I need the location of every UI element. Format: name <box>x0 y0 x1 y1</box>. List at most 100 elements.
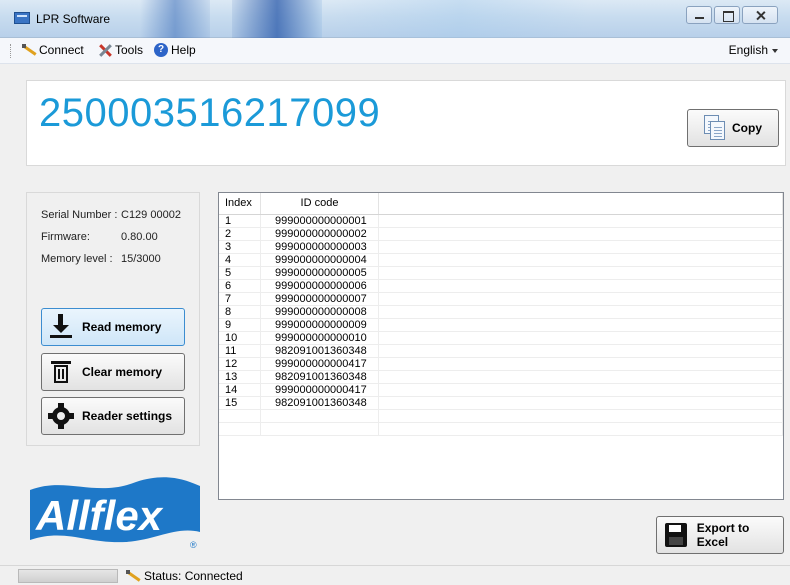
empty-cell <box>219 423 261 435</box>
cell-filler <box>379 358 783 370</box>
menu-help-label: Help <box>171 43 196 57</box>
minimize-button[interactable] <box>686 6 712 24</box>
title-bar-decoration <box>140 0 210 38</box>
cell-index: 15 <box>219 397 261 409</box>
table-row[interactable]: 6 999000000000006 <box>219 280 783 293</box>
memory-level-row: Memory level : 15/3000 <box>41 253 161 265</box>
serial-number-label: Serial Number : <box>41 209 118 221</box>
cell-filler <box>379 280 783 292</box>
gear-icon <box>48 403 74 429</box>
read-memory-button[interactable]: Read memory <box>41 308 185 346</box>
plug-icon <box>22 43 36 57</box>
cell-id-code: 999000000000417 <box>261 384 379 396</box>
table-body: 1 999000000000001 2 999000000000002 3 9990000… <box>219 215 783 436</box>
menu-tools-label: Tools <box>115 43 144 57</box>
cell-filler <box>379 241 783 253</box>
title-bar-decoration <box>232 0 322 38</box>
window-controls <box>684 6 778 24</box>
table-row[interactable]: 2 999000000000002 <box>219 228 783 241</box>
help-icon: ? <box>154 43 168 57</box>
cell-filler <box>379 215 783 227</box>
cell-filler <box>379 293 783 305</box>
cell-id-code: 999000000000010 <box>261 332 379 344</box>
table-row[interactable]: 9 999000000000009 <box>219 319 783 332</box>
table-row[interactable]: 12 999000000000417 <box>219 358 783 371</box>
cell-filler <box>379 345 783 357</box>
empty-cell <box>261 410 379 422</box>
cell-index: 11 <box>219 345 261 357</box>
cell-filler <box>379 371 783 383</box>
cell-index: 13 <box>219 371 261 383</box>
cell-filler <box>379 397 783 409</box>
cell-filler <box>379 254 783 266</box>
copy-button[interactable]: Copy <box>687 109 779 147</box>
table-row[interactable]: 7 999000000000007 <box>219 293 783 306</box>
close-button[interactable] <box>742 6 778 24</box>
progress-bar <box>18 569 118 583</box>
download-icon <box>48 314 74 340</box>
serial-number-row: Serial Number : C129 00002 <box>41 209 181 221</box>
table-row[interactable]: 11 982091001360348 <box>219 345 783 358</box>
serial-number-value: C129 00002 <box>121 209 181 221</box>
current-id-panel: 250003516217099 Copy <box>26 80 786 166</box>
id-table[interactable]: Index ID code 1 999000000000001 2 999000000… <box>218 192 784 500</box>
cell-index: 5 <box>219 267 261 279</box>
menu-tools[interactable]: Tools <box>98 43 143 57</box>
language-label: English <box>728 43 768 57</box>
cell-filler <box>379 267 783 279</box>
tools-icon <box>98 43 112 57</box>
firmware-row: Firmware: 0.80.00 <box>41 231 158 243</box>
table-row[interactable]: 14 999000000000417 <box>219 384 783 397</box>
cell-id-code: 999000000000001 <box>261 215 379 227</box>
menu-connect-label: Connect <box>39 43 84 57</box>
column-header-index[interactable]: Index <box>219 193 261 214</box>
cell-index: 1 <box>219 215 261 227</box>
empty-row <box>219 423 783 436</box>
status-bar: Status: Connected <box>0 565 790 585</box>
cell-filler <box>379 306 783 318</box>
clear-memory-button[interactable]: Clear memory <box>41 353 185 391</box>
clear-memory-label: Clear memory <box>82 365 163 379</box>
cell-id-code: 982091001360348 <box>261 371 379 383</box>
table-row[interactable]: 10 999000000000010 <box>219 332 783 345</box>
column-header-id-code[interactable]: ID code <box>261 193 379 214</box>
menu-help[interactable]: ? Help <box>154 43 196 57</box>
allflex-logo: Allflex ® <box>26 470 204 550</box>
logo-text: Allflex <box>35 492 164 539</box>
cell-filler <box>379 319 783 331</box>
status-text: Status: Connected <box>144 569 243 583</box>
table-row[interactable]: 13 982091001360348 <box>219 371 783 384</box>
cell-id-code: 999000000000005 <box>261 267 379 279</box>
cell-index: 4 <box>219 254 261 266</box>
table-row[interactable]: 5 999000000000005 <box>219 267 783 280</box>
plug-icon <box>126 569 140 583</box>
table-header: Index ID code <box>219 193 783 215</box>
window-title: LPR Software <box>36 12 111 26</box>
current-id-value: 250003516217099 <box>39 91 381 135</box>
reader-settings-button[interactable]: Reader settings <box>41 397 185 435</box>
table-row[interactable]: 1 999000000000001 <box>219 215 783 228</box>
chevron-down-icon <box>772 48 778 53</box>
table-row[interactable]: 15 982091001360348 <box>219 397 783 410</box>
copy-icon <box>704 115 726 141</box>
toolbar-grip <box>10 44 13 58</box>
table-row[interactable]: 4 999000000000004 <box>219 254 783 267</box>
table-row[interactable]: 8 999000000000008 <box>219 306 783 319</box>
cell-id-code: 999000000000004 <box>261 254 379 266</box>
cell-index: 2 <box>219 228 261 240</box>
cell-id-code: 999000000000008 <box>261 306 379 318</box>
export-to-excel-label: Export to Excel <box>696 521 750 549</box>
menu-connect[interactable]: Connect <box>22 43 84 57</box>
maximize-button[interactable] <box>714 6 740 24</box>
cell-index: 3 <box>219 241 261 253</box>
cell-id-code: 999000000000007 <box>261 293 379 305</box>
export-to-excel-button[interactable]: Export to Excel <box>656 516 784 554</box>
device-info-panel: Serial Number : C129 00002 Firmware: 0.8… <box>26 192 200 446</box>
cell-filler <box>379 384 783 396</box>
cell-index: 14 <box>219 384 261 396</box>
language-dropdown[interactable]: English <box>729 43 778 57</box>
title-bar[interactable]: LPR Software <box>0 0 790 38</box>
registered-mark: ® <box>190 540 197 550</box>
cell-index: 7 <box>219 293 261 305</box>
table-row[interactable]: 3 999000000000003 <box>219 241 783 254</box>
